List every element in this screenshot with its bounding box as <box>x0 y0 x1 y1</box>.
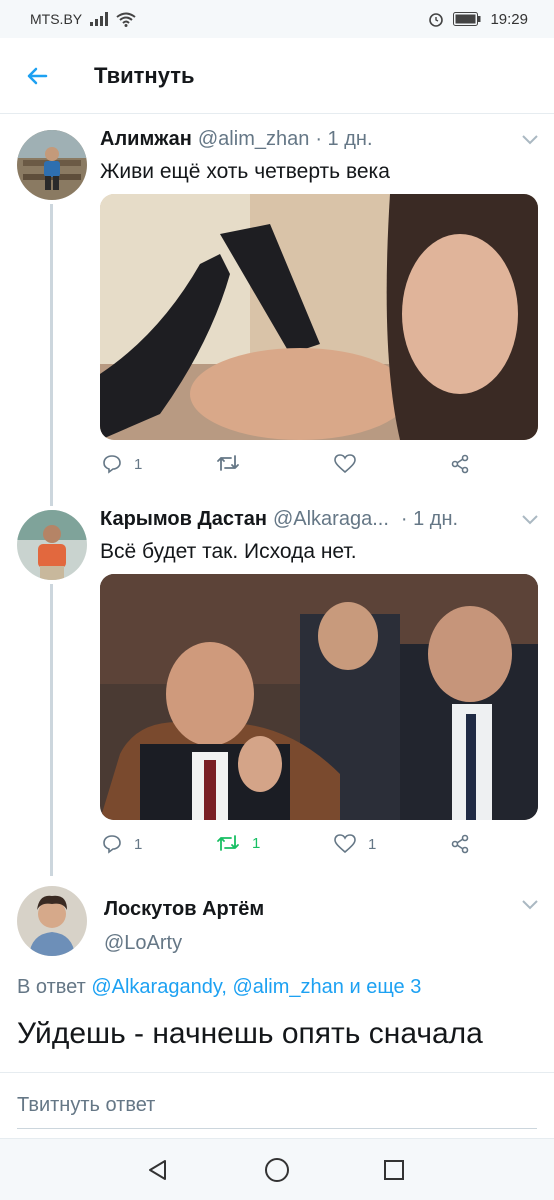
reply-prefix: В ответ <box>17 976 86 998</box>
reply-button[interactable]: 1 <box>102 834 142 854</box>
tweet-photo[interactable] <box>100 194 538 440</box>
compose-bar <box>0 1072 554 1138</box>
author-handle[interactable]: @Alkaraga... <box>273 508 389 531</box>
avatar[interactable] <box>17 886 87 956</box>
carrier-label: MTS.BY <box>30 11 83 27</box>
tweet-time: · 1 дн. <box>315 128 373 150</box>
avatar[interactable] <box>17 130 87 200</box>
share-icon <box>451 454 469 474</box>
share-button[interactable] <box>450 454 470 474</box>
tweet-header: Алимжан @alim_zhan · 1 дн. <box>100 128 538 151</box>
reply-icon <box>103 835 121 854</box>
tweet[interactable]: Алимжан @alim_zhan · 1 дн. Живи ещё хоть… <box>0 114 554 500</box>
back-button[interactable] <box>0 38 74 114</box>
status-bar: MTS.BY 19:29 <box>0 0 554 38</box>
circle-home-icon <box>265 1158 289 1182</box>
retweet-button[interactable] <box>216 454 252 472</box>
share-icon <box>451 834 469 854</box>
retweet-icon <box>217 835 239 851</box>
arrow-left-icon <box>27 67 48 84</box>
nav-home-button[interactable] <box>237 1139 317 1200</box>
heart-icon <box>334 834 356 854</box>
reply-icon <box>103 455 121 474</box>
tweet-text: Всё будет так. Исхода нет. <box>100 540 357 563</box>
tweet-photo[interactable] <box>100 574 538 820</box>
page-title: Твитнуть <box>94 62 195 88</box>
like-count: 1 <box>368 835 377 853</box>
triangle-back-icon <box>149 1160 166 1180</box>
chevron-down-icon[interactable] <box>522 900 538 910</box>
tweet-time: · 1 дн. <box>400 508 459 530</box>
chevron-down-icon[interactable] <box>522 134 538 145</box>
chevron-down-icon[interactable] <box>522 514 538 525</box>
tweet-actions: 1 1 1 <box>100 834 538 864</box>
avatar[interactable] <box>17 510 87 580</box>
author-name[interactable]: Алимжан <box>100 128 192 151</box>
tweet-text: Живи ещё хоть четверть века <box>100 160 390 183</box>
reply-button[interactable]: 1 <box>102 454 142 474</box>
signal-icon <box>90 12 109 26</box>
retweet-count: 1 <box>252 834 261 852</box>
retweet-button[interactable]: 1 <box>216 834 260 852</box>
author-handle[interactable]: @LoArty <box>104 932 182 955</box>
battery-icon <box>453 12 481 26</box>
nav-back-button[interactable] <box>118 1139 198 1200</box>
retweet-icon <box>217 455 239 471</box>
reply-count: 1 <box>134 835 143 853</box>
tweet-actions: 1 <box>100 454 538 484</box>
author-name[interactable]: Лоскутов Артём <box>104 898 264 921</box>
like-button[interactable]: 1 <box>334 834 376 854</box>
clock-label: 19:29 <box>490 10 528 28</box>
square-recents-icon <box>384 1160 404 1180</box>
tweet-text: Уйдешь - начнешь опять сначала <box>17 1017 483 1050</box>
system-nav-bar <box>0 1138 554 1200</box>
tweet[interactable]: Карымов Дастан @Alkaraga... · 1 дн. Всё … <box>0 500 554 880</box>
author-handle[interactable]: @alim_zhan <box>198 128 309 151</box>
reply-input[interactable] <box>17 1083 537 1129</box>
wifi-icon <box>116 12 136 27</box>
reply-context: В ответ @Alkaragandy, @alim_zhan и еще 3 <box>17 976 421 999</box>
like-button[interactable] <box>334 454 368 474</box>
share-button[interactable] <box>450 834 470 854</box>
reply-count: 1 <box>134 455 143 473</box>
app-bar: Твитнуть <box>0 38 554 114</box>
author-name[interactable]: Карымов Дастан <box>100 508 267 531</box>
focused-tweet: Лоскутов Артём @LoArty В ответ @Alkaraga… <box>0 880 554 1072</box>
heart-icon <box>334 454 356 474</box>
alarm-icon <box>429 13 444 27</box>
reply-targets-link[interactable]: @Alkaragandy, @alim_zhan и еще 3 <box>91 976 421 998</box>
tweet-header: Карымов Дастан @Alkaraga... · 1 дн. <box>100 508 538 531</box>
nav-recents-button[interactable] <box>354 1139 434 1200</box>
